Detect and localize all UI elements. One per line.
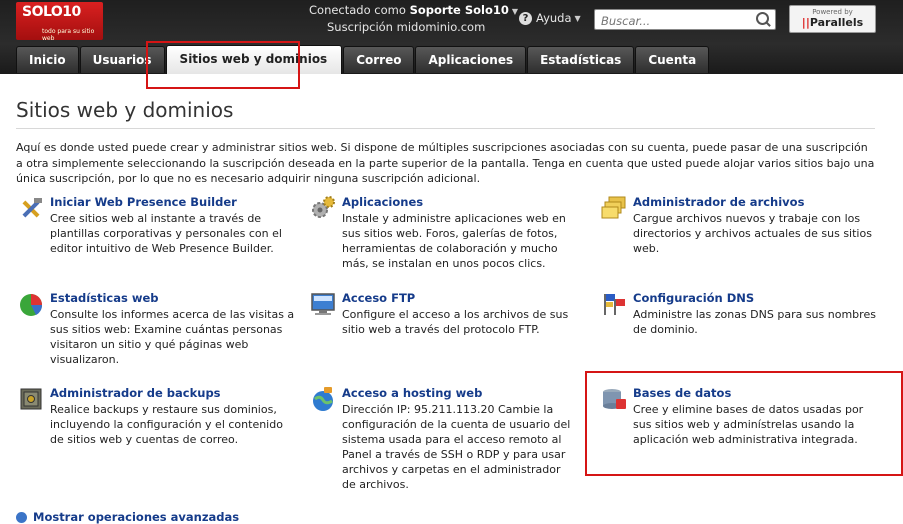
chevron-down-icon: ▼ (574, 13, 581, 23)
help-menu[interactable]: ? Ayuda ▼ (519, 11, 581, 25)
wrench-hammer-icon (22, 198, 42, 218)
search-box (594, 9, 776, 30)
tool-description: Cargue archivos nuevos y trabaje con los… (633, 212, 872, 255)
tab-aplicaciones[interactable]: Aplicaciones (415, 46, 527, 73)
tab-estadisticas[interactable]: Estadísticas (527, 46, 635, 73)
expand-icon (16, 511, 27, 523)
subscription: Suscripción midominio.com (327, 20, 485, 34)
tool-configuracion-dns: Configuración DNS Administre las zonas D… (601, 291, 876, 371)
page-title: Sitios web y dominios (16, 98, 234, 122)
subscription-prefix: Suscripción (327, 20, 393, 34)
powered-by-parallels[interactable]: Powered by ||Parallels (789, 5, 876, 33)
tool-description: Administre las zonas DNS para sus nombre… (633, 308, 876, 336)
help-icon: ? (519, 11, 532, 25)
search-input[interactable] (595, 12, 751, 30)
logo-tagline: todo para su sitio web (42, 28, 95, 42)
tool-title[interactable]: Configuración DNS (633, 291, 754, 305)
advanced-link-label: Mostrar operaciones avanzadas (33, 510, 240, 524)
tool-administrador-backups: Administrador de backups Realice backups… (18, 386, 298, 466)
solo10-logo[interactable]: SOLO10 todo para su sitio web (16, 2, 103, 42)
tool-description: Realice backups y restaure sus dominios,… (50, 403, 283, 446)
tab-inicio[interactable]: Inicio (16, 46, 79, 73)
user-name: Soporte Solo10 (409, 3, 509, 17)
tab-cuenta[interactable]: Cuenta (635, 46, 710, 73)
tool-title[interactable]: Acceso a hosting web (342, 386, 482, 400)
top-bar: SOLO10 todo para su sitio web Conectado … (0, 0, 903, 74)
tab-correo[interactable]: Correo (343, 46, 415, 73)
tool-administrador-archivos: Administrador de archivos Cargue archivo… (601, 195, 876, 275)
tool-aplicaciones: Aplicaciones Instale y administre aplica… (310, 195, 580, 275)
main-tabs: Inicio Usuarios Sitios web y dominios Co… (16, 45, 710, 74)
tool-title[interactable]: Estadísticas web (50, 291, 159, 305)
globe-key-icon (313, 387, 333, 411)
help-label: Ayuda (536, 11, 572, 25)
highlight-database-box (585, 371, 903, 476)
ftp-monitor-icon (311, 293, 335, 315)
intro-text: Aquí es donde usted puede crear y admini… (16, 141, 875, 185)
powered-by-label: Powered by (812, 8, 853, 16)
folders-icon (601, 196, 626, 219)
chevron-down-icon: ▼ (511, 7, 519, 16)
tool-description: Cree sitios web al instante a través de … (50, 212, 282, 255)
tool-description: Consulte los informes acerca de las visi… (50, 308, 295, 366)
connected-as[interactable]: Conectado como Soporte Solo10 ▼ (309, 3, 518, 17)
tool-estadisticas-web: Estadísticas web Consulte los informes a… (18, 291, 298, 371)
parallels-bars-icon: || (801, 16, 810, 29)
tool-acceso-ftp: Acceso FTP Configure el acceso a los arc… (310, 291, 580, 371)
gears-icon (312, 196, 335, 218)
parallels-logo: ||Parallels (801, 16, 864, 29)
highlight-tab-box (146, 41, 300, 89)
tool-description: Configure el acceso a los archivos de su… (342, 308, 569, 336)
dns-flags-icon (604, 294, 625, 315)
show-advanced-operations-link[interactable]: Mostrar operaciones avanzadas (16, 510, 239, 524)
safe-icon (20, 388, 42, 410)
divider (16, 128, 875, 129)
subscription-domain: midominio.com (396, 20, 486, 34)
tool-acceso-hosting-web: Acceso a hosting web Dirección IP: 95.21… (310, 386, 580, 496)
tool-description: Dirección IP: 95.211.113.20 Cambie la co… (342, 403, 571, 491)
pie-chart-icon (20, 294, 43, 316)
tool-title[interactable]: Acceso FTP (342, 291, 415, 305)
tool-title[interactable]: Administrador de archivos (633, 195, 804, 209)
search-icon[interactable] (756, 12, 769, 25)
connected-prefix: Conectado como (309, 3, 406, 17)
tool-title[interactable]: Aplicaciones (342, 195, 423, 209)
logo-text: SOLO10 (22, 4, 81, 20)
tool-web-presence-builder: Iniciar Web Presence Builder Cree sitios… (18, 195, 298, 275)
tool-title[interactable]: Administrador de backups (50, 386, 221, 400)
tool-title[interactable]: Iniciar Web Presence Builder (50, 195, 237, 209)
tool-description: Instale y administre aplicaciones web en… (342, 212, 566, 270)
